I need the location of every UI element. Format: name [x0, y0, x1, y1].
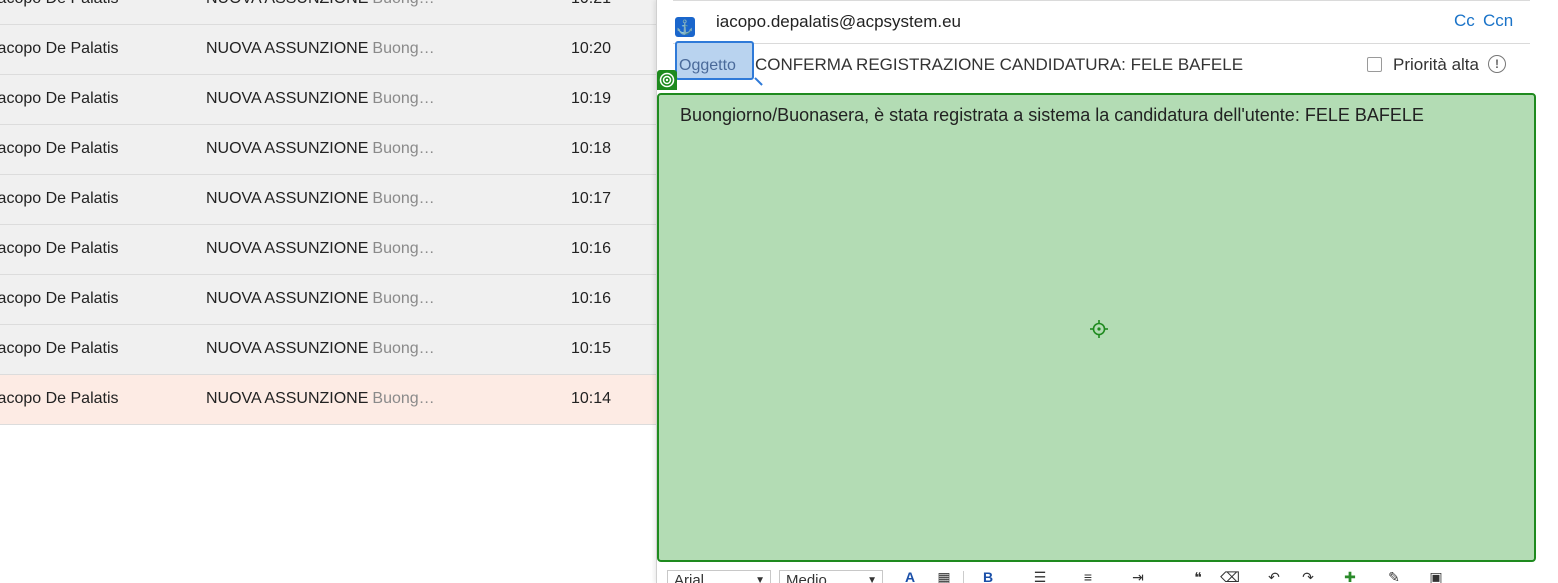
- message-sender: iacopo De Palatis: [0, 290, 119, 307]
- message-subject-text: NUOVA ASSUNZIONE: [206, 290, 369, 307]
- message-sender: iacopo De Palatis: [0, 190, 119, 207]
- message-subject-text: NUOVA ASSUNZIONE: [206, 40, 369, 57]
- message-row[interactable]: iacopo De Palatis NUOVA ASSUNZIONEBuong… 1…: [0, 175, 656, 225]
- message-preview: Buong…: [372, 90, 435, 107]
- subject-label-highlight: Oggetto: [675, 41, 754, 80]
- message-subject-text: NUOVA ASSUNZIONE: [206, 390, 369, 407]
- priority-checkbox[interactable]: [1367, 57, 1382, 72]
- message-sender: iacopo De Palatis: [0, 140, 119, 157]
- message-row[interactable]: iacopo De Palatis NUOVA ASSUNZIONEBuong… 1…: [0, 75, 656, 125]
- message-time: 10:15: [571, 340, 612, 357]
- to-address-field[interactable]: iacopo.depalatis@acpsystem.eu: [716, 12, 961, 32]
- message-subject-text: NUOVA ASSUNZIONE: [206, 0, 368, 7]
- cc-link[interactable]: Cc: [1454, 11, 1475, 31]
- message-sender: iacopo De Palatis: [0, 40, 119, 57]
- subject-input[interactable]: CONFERMA REGISTRAZIONE CANDIDATURA: FELE…: [755, 55, 1243, 75]
- pen-icon[interactable]: ✎: [1383, 569, 1405, 583]
- font-size-select[interactable]: Medio ▼: [779, 570, 883, 583]
- message-subject: NUOVA ASSUNZIONEBuong…: [206, 140, 435, 158]
- message-time: 10:18: [571, 140, 612, 157]
- bold-icon[interactable]: B: [977, 569, 999, 583]
- eraser-icon[interactable]: ⌫: [1219, 569, 1241, 583]
- message-subject: NUOVA ASSUNZIONEBuong…: [206, 340, 435, 358]
- toolbar-separator: [963, 571, 964, 583]
- font-family-select[interactable]: Arial ▼: [667, 570, 771, 583]
- message-row[interactable]: iacopo De Palatis NUOVA ASSUNZIONE Buong… 1…: [0, 0, 656, 25]
- message-subject: NUOVA ASSUNZIONEBuong…: [206, 90, 435, 108]
- message-subject: NUOVA ASSUNZIONEBuong…: [206, 190, 435, 208]
- message-time: 10:19: [571, 90, 612, 107]
- target-icon: [657, 70, 677, 90]
- message-preview: Buong…: [372, 340, 435, 357]
- redo-icon[interactable]: ↷: [1297, 569, 1319, 583]
- priority-label[interactable]: Priorità alta: [1393, 55, 1479, 75]
- message-row[interactable]: iacopo De Palatis NUOVA ASSUNZIONEBuong… 1…: [0, 125, 656, 175]
- message-sender: iacopo De Palatis: [0, 90, 119, 107]
- quote-icon[interactable]: ❝: [1187, 569, 1209, 583]
- message-subject-text: NUOVA ASSUNZIONE: [206, 240, 369, 257]
- crosshair-icon: [1089, 319, 1109, 339]
- message-preview: Buong…: [372, 290, 435, 307]
- compose-panel: ⚓ iacopo.depalatis@acpsystem.eu Cc Ccn O…: [656, 0, 1558, 583]
- insert-icon[interactable]: ✚: [1339, 569, 1361, 583]
- message-subject: NUOVA ASSUNZIONEBuong…: [206, 240, 435, 258]
- bullet-list-icon[interactable]: ☰: [1029, 569, 1051, 583]
- image-icon[interactable]: ▣: [1425, 569, 1447, 583]
- message-sender: iacopo De Palatis: [0, 240, 119, 257]
- text-color-icon[interactable]: A: [899, 569, 921, 583]
- message-body-editor[interactable]: Buongiorno/Buonasera, è stata registrata…: [657, 93, 1536, 562]
- message-row[interactable]: iacopo De Palatis NUOVA ASSUNZIONEBuong… 1…: [0, 375, 656, 425]
- message-preview: Buong…: [372, 40, 435, 57]
- message-preview: Buong…: [372, 240, 435, 257]
- message-subject: NUOVA ASSUNZIONEBuong…: [206, 390, 435, 408]
- divider: [673, 0, 1530, 1]
- font-size-value: Medio: [786, 572, 827, 583]
- message-preview: Buong…: [372, 140, 435, 157]
- highlight-color-icon[interactable]: ▦: [933, 569, 955, 583]
- message-preview: Buong…: [372, 390, 435, 407]
- message-preview: Buong…: [372, 190, 435, 207]
- message-subject-text: NUOVA ASSUNZIONE: [206, 190, 369, 207]
- divider: [673, 43, 1530, 44]
- align-icon[interactable]: ≡: [1077, 569, 1099, 583]
- message-sender: iacopo De Palatis: [0, 390, 119, 407]
- message-preview: Buong…: [372, 0, 434, 7]
- formatting-toolbar: Arial ▼ Medio ▼ A ▦ B ☰ ≡ ⇥ ❝ ⌫ ↶ ↷ ✚ ✎ ▣: [657, 565, 1558, 583]
- indent-icon[interactable]: ⇥: [1127, 569, 1149, 583]
- message-row[interactable]: iacopo De Palatis NUOVA ASSUNZIONEBuong… 1…: [0, 25, 656, 75]
- message-row[interactable]: iacopo De Palatis NUOVA ASSUNZIONEBuong… 1…: [0, 325, 656, 375]
- ccn-link[interactable]: Ccn: [1483, 11, 1513, 31]
- font-family-value: Arial: [674, 572, 705, 583]
- message-row[interactable]: iacopo De Palatis NUOVA ASSUNZIONEBuong… 1…: [0, 225, 656, 275]
- message-time: 10:14: [571, 390, 612, 407]
- message-body-text: Buongiorno/Buonasera, è stata registrata…: [680, 105, 1424, 125]
- message-time: 10:21: [571, 0, 611, 8]
- message-time: 10:16: [571, 290, 612, 307]
- message-time: 10:17: [571, 190, 612, 207]
- message-sender: iacopo De Palatis: [0, 340, 119, 357]
- undo-icon[interactable]: ↶: [1263, 569, 1285, 583]
- anchor-icon: ⚓: [675, 17, 695, 37]
- message-subject-text: NUOVA ASSUNZIONE: [206, 140, 369, 157]
- message-subject-text: NUOVA ASSUNZIONE: [206, 340, 369, 357]
- message-subject: NUOVA ASSUNZIONE Buong…: [206, 0, 435, 8]
- message-sender: iacopo De Palatis: [0, 0, 119, 8]
- message-row[interactable]: iacopo De Palatis NUOVA ASSUNZIONEBuong… 1…: [0, 275, 656, 325]
- info-icon[interactable]: !: [1488, 55, 1506, 73]
- message-subject: NUOVA ASSUNZIONEBuong…: [206, 40, 435, 58]
- message-list: iacopo De Palatis NUOVA ASSUNZIONE Buong… 1…: [0, 0, 656, 583]
- message-subject: NUOVA ASSUNZIONEBuong…: [206, 290, 435, 308]
- subject-label: Oggetto: [679, 57, 736, 74]
- message-time: 10:16: [571, 240, 612, 257]
- message-time: 10:20: [571, 40, 612, 57]
- message-subject-text: NUOVA ASSUNZIONE: [206, 90, 369, 107]
